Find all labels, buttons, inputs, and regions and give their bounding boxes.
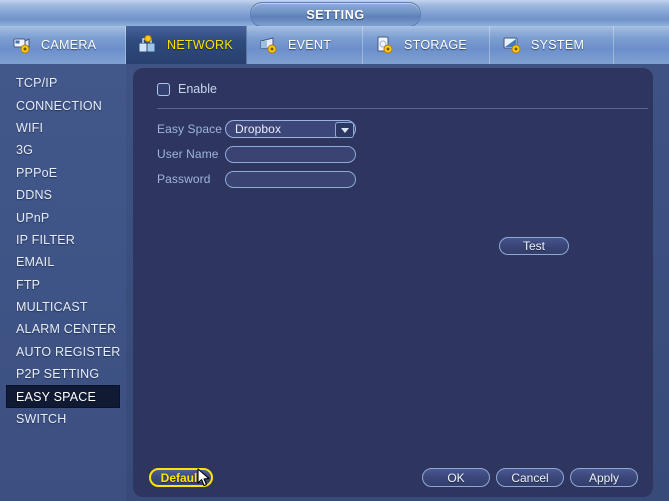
sidebar-item-label: EMAIL (16, 255, 55, 270)
ok-button[interactable]: OK (422, 468, 490, 487)
easy-space-panel: Enable Easy Space Dropbox User Name Pass… (133, 68, 653, 451)
apply-button[interactable]: Apply (570, 468, 638, 487)
password-label: Password (157, 172, 211, 186)
cancel-button[interactable]: Cancel (496, 468, 564, 487)
sidebar-item-3g[interactable]: 3G (0, 139, 126, 161)
sidebar-item-label: PPPoE (16, 165, 58, 180)
sidebar-item-tcpip[interactable]: TCP/IP (0, 72, 126, 94)
sidebar-item-label: IP FILTER (16, 232, 75, 247)
page-title: SETTING (306, 7, 365, 22)
enable-label: Enable (178, 82, 217, 96)
sidebar-item-email[interactable]: EMAIL (0, 251, 126, 273)
sidebar-item-wifi[interactable]: WIFI (0, 117, 126, 139)
sidebar-item-label: ALARM CENTER (16, 322, 117, 337)
sidebar-item-label: P2P SETTING (16, 367, 100, 382)
system-gear-icon (502, 35, 524, 55)
sidebar-item-label: FTP (16, 277, 41, 292)
chevron-down-icon[interactable] (335, 122, 354, 138)
sidebar-item-label: MULTICAST (16, 300, 88, 315)
tab-network-label: NETWORK (167, 38, 233, 52)
sidebar-item-ftp[interactable]: FTP (0, 274, 126, 296)
tab-camera-label: CAMERA (41, 38, 97, 52)
camera-gear-icon (12, 35, 34, 55)
enable-row[interactable]: Enable (157, 82, 217, 96)
tab-system-label: SYSTEM (531, 38, 585, 52)
sidebar-item-multicast[interactable]: MULTICAST (0, 296, 126, 318)
sidebar-item-label: 3G (16, 143, 34, 158)
tab-network[interactable]: NETWORK (126, 26, 247, 64)
sidebar-item-upnp[interactable]: UPnP (0, 206, 126, 228)
tab-event[interactable]: EVENT (247, 26, 363, 64)
tab-system[interactable]: SYSTEM (490, 26, 614, 64)
setting-window: SETTING CAMERA NETWORK EVENT STORAGE SYS… (0, 0, 669, 501)
main-tab-bar: CAMERA NETWORK EVENT STORAGE SYSTEM (0, 26, 669, 65)
tab-event-label: EVENT (288, 38, 332, 52)
title-bar: SETTING (0, 0, 669, 27)
window-title-pill: SETTING (250, 2, 421, 27)
sidebar-item-switch[interactable]: SWITCH (0, 408, 126, 430)
sidebar-item-label: UPnP (16, 210, 50, 225)
password-input[interactable] (225, 170, 356, 188)
easy-space-value: Dropbox (235, 122, 282, 136)
sidebar-item-alarm-center[interactable]: ALARM CENTER (0, 318, 126, 340)
easy-space-row: Easy Space Dropbox (157, 119, 356, 139)
sidebar-item-label: CONNECTION (16, 98, 103, 113)
network-sidebar: TCP/IP CONNECTION WIFI 3G PPPoE DDNS UPn… (0, 64, 126, 501)
tab-storage[interactable]: STORAGE (363, 26, 490, 64)
sidebar-item-label: WIFI (16, 120, 44, 135)
sidebar-item-easy-space[interactable]: EASY SPACE (6, 385, 120, 408)
sidebar-item-auto-register[interactable]: AUTO REGISTER (0, 341, 126, 363)
sidebar-item-ip-filter[interactable]: IP FILTER (0, 229, 126, 251)
tab-camera[interactable]: CAMERA (0, 26, 126, 64)
enable-checkbox[interactable] (157, 82, 170, 96)
sidebar-item-label: AUTO REGISTER (16, 344, 121, 359)
sidebar-item-pppoe[interactable]: PPPoE (0, 162, 126, 184)
user-name-input[interactable] (225, 145, 356, 163)
sidebar-item-label: TCP/IP (16, 76, 58, 91)
easy-space-select[interactable]: Dropbox (225, 120, 356, 138)
user-name-label: User Name (157, 147, 219, 161)
tab-storage-label: STORAGE (404, 38, 467, 52)
sidebar-item-ddns[interactable]: DDNS (0, 184, 126, 206)
easy-space-label: Easy Space (157, 122, 223, 136)
storage-gear-icon (375, 35, 397, 55)
network-gear-icon (138, 34, 160, 55)
sidebar-item-label: SWITCH (16, 412, 67, 427)
sidebar-item-label: EASY SPACE (16, 389, 97, 404)
mouse-cursor (197, 468, 211, 488)
sidebar-item-label: DDNS (16, 188, 53, 203)
user-name-row: User Name (157, 144, 356, 164)
sidebar-item-connection[interactable]: CONNECTION (0, 94, 126, 116)
section-divider (157, 108, 648, 109)
test-button[interactable]: Test (499, 237, 569, 255)
password-row: Password (157, 169, 356, 189)
footer-bar: Default OK Cancel Apply (133, 451, 653, 497)
sidebar-item-p2p-setting[interactable]: P2P SETTING (0, 363, 126, 385)
event-gear-icon (259, 35, 281, 55)
